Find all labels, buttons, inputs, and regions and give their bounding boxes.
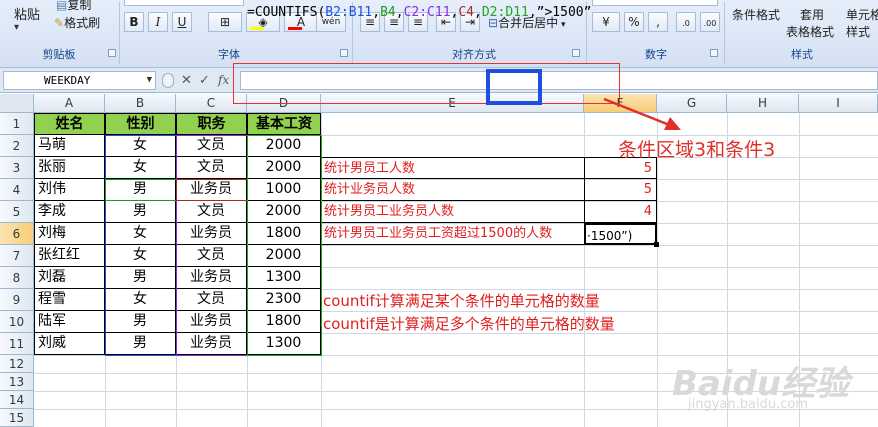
- watermark-url: jingyan.baidu.com: [688, 397, 808, 412]
- excel-window: 粘贴 ▾ ▤复制 ✎格式刷 剪贴板 B I U ⊞ ◈ A wén 字体 ≡ ≡…: [0, 0, 878, 427]
- annotation-text: 条件区域3和条件3: [618, 139, 776, 161]
